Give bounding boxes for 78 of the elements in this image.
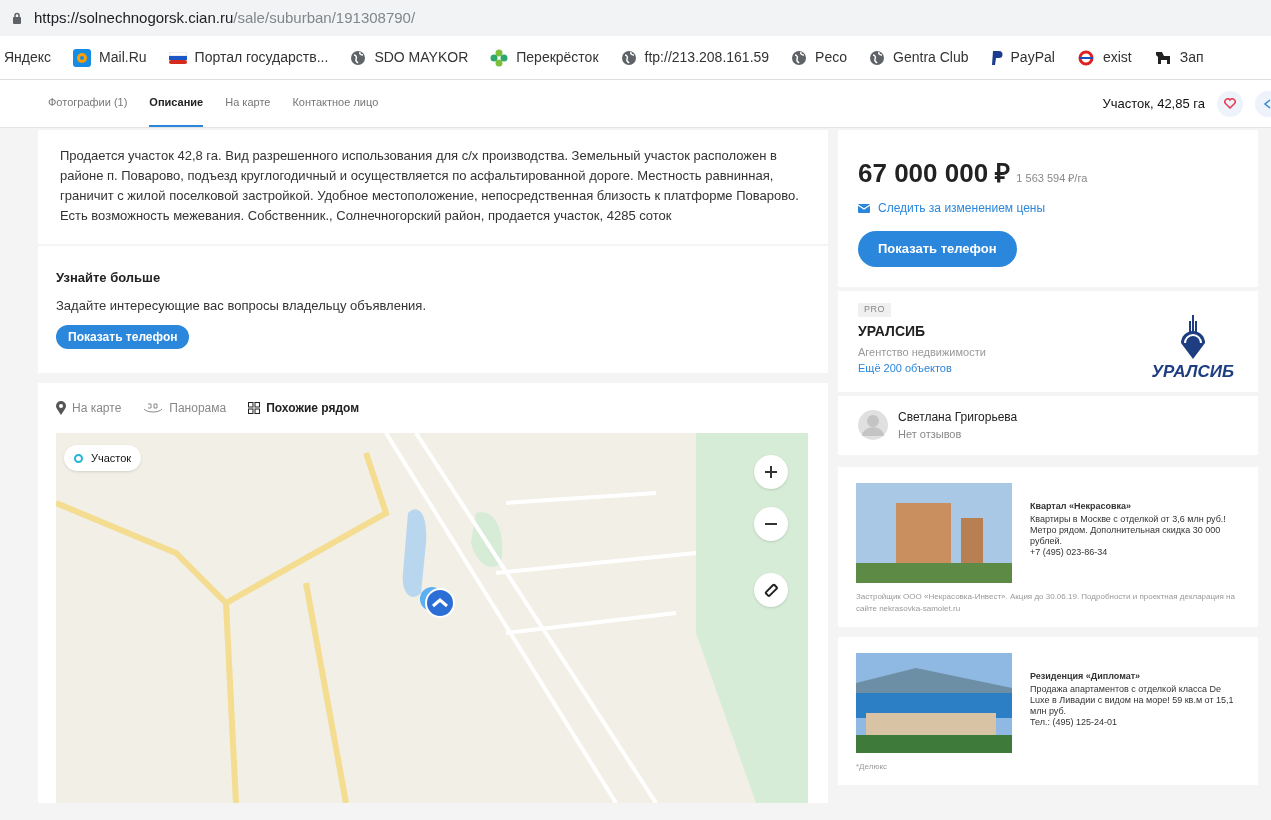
- bookmark-link[interactable]: exist: [1076, 47, 1132, 68]
- bookmark-label: ftp://213.208.161.59: [644, 48, 770, 67]
- plus-icon: [764, 465, 778, 479]
- paypal-icon: [990, 49, 1003, 66]
- bookmark-label: Зап: [1179, 48, 1204, 67]
- nav-tab[interactable]: Контактное лицо: [292, 80, 379, 127]
- price-per-hectare: 1 563 594 ₽/га: [1016, 171, 1088, 186]
- price: 67 000 000 ₽: [858, 157, 1011, 190]
- circle-logo-icon: [1076, 48, 1095, 67]
- bookmark-link[interactable]: Портал государств...: [168, 47, 329, 68]
- animal-icon: [1153, 49, 1172, 66]
- map-tab[interactable]: Панорама: [143, 399, 227, 417]
- bookmark-label: Peco: [815, 48, 848, 67]
- mail-icon: [73, 48, 92, 67]
- share-button[interactable]: [1255, 90, 1271, 117]
- listing-title: Участок, 42,85 га: [1102, 94, 1205, 113]
- agency-type: Агентство недвижимости: [858, 344, 986, 360]
- section-title: Узнайте больше: [56, 269, 161, 287]
- ruler-icon: [763, 582, 779, 598]
- bookmark-link[interactable]: Gentra Club: [869, 47, 969, 68]
- bookmark-label: exist: [1102, 48, 1132, 67]
- map-tab[interactable]: Похожие рядом: [248, 399, 360, 417]
- share-icon: [1263, 97, 1271, 110]
- contact-name: Светлана Григорьева: [898, 409, 1018, 426]
- ad-disclaimer: *Делюкс: [856, 760, 888, 773]
- bookmark-link[interactable]: Перекрёсток: [490, 47, 599, 68]
- globe-icon: [350, 49, 367, 66]
- map-legend-chip[interactable]: Участок: [64, 445, 142, 471]
- ad-disclaimer: Застройщик ООО «Некрасовка-Инвест». Акция до 30.06.19. Подробности и проектная декларация на сайте nekrasovka-samolet.ru: [856, 590, 1236, 615]
- watch-price-link[interactable]: Следить за изменением цены: [878, 199, 1046, 217]
- envelope-icon: [858, 203, 870, 213]
- agency-logo: УРАЛСИБ: [1151, 315, 1234, 380]
- nav-tab[interactable]: На карте: [225, 80, 271, 127]
- globe-icon: [869, 49, 886, 66]
- favorite-button[interactable]: [1217, 90, 1243, 117]
- ad-text: Квартиры в Москве с отделкой от 3,6 млн руб.! Метро рядом. Дополнительная скидка 30 000 рублей.: [1030, 513, 1227, 547]
- map-tab[interactable]: На карте: [56, 399, 122, 417]
- bookmark-label: SDO MAYKOR: [374, 48, 469, 67]
- avatar-icon: [858, 410, 888, 441]
- pro-badge: PRO: [858, 303, 891, 317]
- address-bar-url[interactable]: https://solnechnogorsk.cian.ru/sale/suburban/191308790/: [34, 6, 416, 30]
- flag-icon: [168, 51, 187, 64]
- lock-icon: [12, 12, 22, 24]
- bookmark-link[interactable]: Яндекс: [4, 47, 52, 68]
- globe-icon: [620, 49, 637, 66]
- nav-tab[interactable]: Фотографии (1): [48, 80, 128, 127]
- bookmark-label: Mail.Ru: [99, 48, 147, 67]
- bookmark-link[interactable]: Mail.Ru: [73, 47, 147, 68]
- map-pin-icon: [56, 401, 66, 415]
- nav-tab[interactable]: Описание: [149, 80, 204, 127]
- more-objects-link[interactable]: Ещё 200 объектов: [858, 360, 952, 377]
- show-phone-button[interactable]: Показать телефон: [858, 231, 1017, 267]
- reviews-count: Нет отзывов: [898, 427, 963, 442]
- ad-text: Продажа апартаментов с отделкой класса De Luxe в Ливадии с видом на море! 59 кв.м от 15,1 млн руб.: [1030, 683, 1235, 717]
- agency-name: УРАЛСИБ: [858, 321, 926, 341]
- bookmark-label: Перекрёсток: [516, 48, 599, 67]
- globe-icon: [791, 49, 808, 66]
- heart-icon: [1224, 98, 1236, 109]
- show-phone-button[interactable]: Показать телефон: [56, 325, 190, 349]
- bookmark-link[interactable]: SDO MAYKOR: [350, 47, 469, 68]
- panorama-icon: [143, 402, 164, 414]
- bookmark-label: PayPal: [1010, 48, 1055, 67]
- ad-title[interactable]: Резиденция «Дипломат»: [1030, 670, 1240, 682]
- bookmark-link[interactable]: PayPal: [990, 47, 1055, 68]
- clover-icon: [490, 48, 509, 67]
- section-text: Задайте интересующие вас вопросы владельцу объявления.: [56, 296, 426, 315]
- description-text: Продается участок 42,8 га. Вид разрешенного использования для с/х производства. Земельный участок расположен в районе п. Поварово, подъезд круглогодичный и осуществляется по асфальтированной дороге. Местность равнинная, граничит с жилой поселковой застройкой. Удобное местоположение, непосредственная близость к платформе Поварово. Есть возможность межевания. Собственник., Солнечногорский район, продается участок, 4285 соток: [60, 147, 800, 225]
- ad-photo[interactable]: [856, 652, 1012, 753]
- ad-phone: +7 (495) 023-86-34: [1030, 546, 1109, 558]
- bookmark-link[interactable]: Зап: [1153, 47, 1204, 68]
- bookmark-label: Портал государств...: [194, 48, 329, 67]
- bookmark-link[interactable]: Peco: [791, 47, 848, 68]
- grid-icon: [248, 402, 261, 414]
- bookmark-link[interactable]: ftp://213.208.161.59: [620, 47, 770, 68]
- ad-title[interactable]: Квартал «Некрасовка»: [1030, 500, 1240, 512]
- map-view[interactable]: Участок: [56, 433, 808, 803]
- bookmark-label: Gentra Club: [893, 48, 969, 67]
- ad-phone: Тел.: (495) 125-24-01: [1030, 716, 1118, 728]
